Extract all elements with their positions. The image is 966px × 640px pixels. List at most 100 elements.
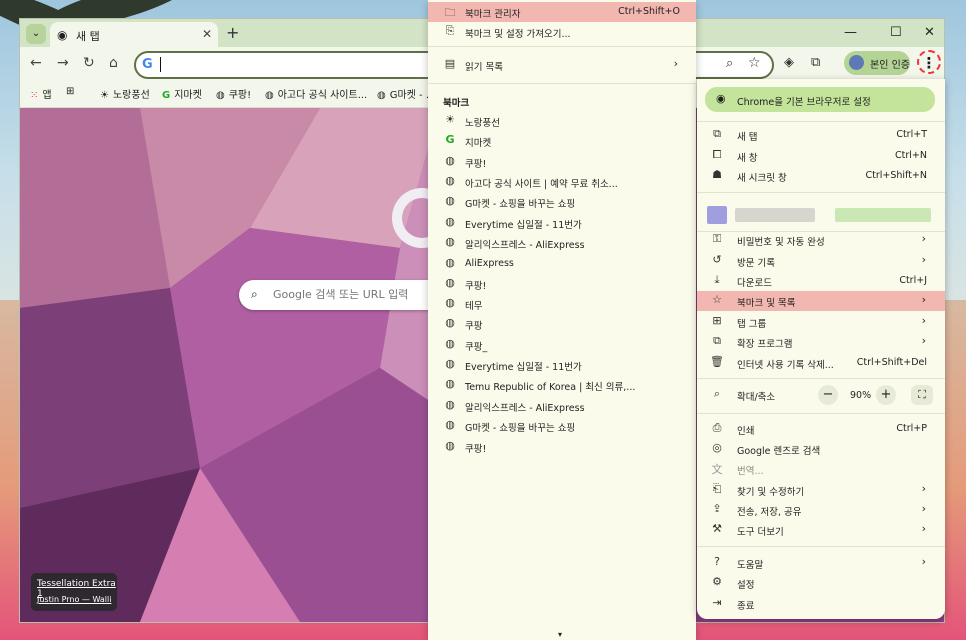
import-bookmarks-item[interactable]: ⎘ 북마크 및 설정 가져오기... [428,22,696,42]
cast-save-share-item[interactable]: ⇪ 전송, 저장, 공유 › [697,500,945,520]
bookmark-item[interactable]: G 지마켓 [162,86,202,101]
settings-item[interactable]: ⚙ 설정 [697,573,945,593]
globe-icon: ◍ [377,90,386,101]
minimize-button[interactable]: — [844,25,857,40]
bookmark-label: 테무 [465,301,483,312]
bookmark-item[interactable]: ◍ 쿠팡! [428,437,696,457]
puzzle-icon[interactable]: ⧉ [811,55,820,70]
bookmark-item[interactable]: ◍ Everytime 십일절 - 11번가 [428,213,696,233]
fullscreen-icon: ⛶ [918,388,926,401]
bookmark-item[interactable]: ☀ 노랑풍선 [100,86,150,101]
bookmark-item[interactable]: ◍ 쿠팡_ [428,335,696,355]
zoom-icon[interactable]: ⌕ [726,56,733,71]
bookmark-item[interactable]: ◍ G마켓 - 쇼핑을 바꾸는 쇼핑 [428,192,696,212]
bookmark-manager-item[interactable]: 🗀 북마크 관리자 Ctrl+Shift+O [428,2,696,22]
downloads-item[interactable]: ⤓ 다운로드 Ctrl+J [697,271,945,291]
translate-item[interactable]: 文 번역... [697,459,945,479]
new-tab-icon: ⧉ [713,127,721,140]
print-item[interactable]: ⎙ 인쇄 Ctrl+P [697,419,945,439]
tab-search-button[interactable]: ⌄ [26,24,46,44]
bookmark-item[interactable]: ☀ 노랑풍선 [428,111,696,131]
sun-icon: ☀ [445,113,455,126]
reload-button[interactable]: ↻ [83,55,95,71]
bookmark-label: Everytime 십일절 - 11번가 [465,362,582,373]
bookmark-label: AliExpress [465,258,514,269]
history-icon: ↺ [712,253,722,266]
bookmark-item[interactable]: ◍ 아고다 공식 사이트... [265,86,367,101]
profile-row[interactable] [705,200,937,228]
zoom-out-button[interactable]: − [818,385,838,405]
more-menu-button[interactable]: ⋮ [917,50,941,74]
help-item[interactable]: ? 도움말 › [697,553,945,573]
more-tools-item[interactable]: ⚒ 도구 더보기 › [697,520,945,540]
bookmark-tab-groups[interactable]: ⊞ [66,86,78,97]
tab-new-tab[interactable]: ◉ 새 탭 ✕ [50,22,218,47]
globe-icon: ◍ [445,296,455,309]
tab-groups-item[interactable]: ⊞ 탭 그룹 › [697,312,945,332]
close-icon[interactable]: ✕ [202,27,212,41]
bookmark-label: 쿠팡! [228,90,252,101]
new-tab-button[interactable]: + [226,23,239,42]
credit-author[interactable]: Justin Prno — Walli [37,595,111,604]
incognito-item[interactable]: ☗ 새 시크릿 창 Ctrl+Shift+N [697,166,945,186]
bookmark-item[interactable]: ◍ AliExpress [428,254,696,274]
reading-list-icon: ▤ [444,57,456,70]
divider [697,413,945,414]
gmarket-icon: G [445,133,455,146]
globe-icon: ◍ [445,194,455,207]
bookmark-item[interactable]: ◍ 쿠팡! [428,274,696,294]
bookmark-item[interactable]: ◍ G마켓 - ... [377,86,435,101]
bookmark-item[interactable]: ◍ 쿠팡 [428,314,696,334]
passwords-item[interactable]: ⚿ 비밀번호 및 자동 완성 › [697,230,945,250]
history-item[interactable]: ↺ 방문 기록 › [697,251,945,271]
home-button[interactable]: ⌂ [109,55,118,71]
find-edit-item[interactable]: ⎗ 찾기 및 수정하기 › [697,480,945,500]
key-icon: ⚿ [712,232,722,245]
bookmark-item[interactable]: ◍ 알리익스프레스 - AliExpress [428,233,696,253]
menu-item-label: 도움말 [737,560,764,571]
menu-item-label: 새 창 [737,153,758,164]
bookmark-item[interactable]: ◍ 테무 [428,294,696,314]
bookmark-label: 지마켓 [174,90,202,101]
extension-logo-icon[interactable]: ◈ [784,55,794,70]
bookmark-item[interactable]: ◍ 쿠팡! [428,152,696,172]
bookmark-item[interactable]: ◍ 쿠팡! [216,86,251,101]
bookmark-item[interactable]: G 지마켓 [428,131,696,151]
back-button[interactable]: ← [30,55,42,71]
bookmark-item[interactable]: ◍ Temu Republic of Korea | 최신 의류,... [428,375,696,395]
extensions-item[interactable]: ⧉ 확장 프로그램 › [697,332,945,352]
menu-item-shortcut: Ctrl+Shift+Del [856,357,927,368]
zoom-in-button[interactable]: + [876,385,896,405]
profile-button[interactable]: 본인 인증 [844,51,910,75]
star-icon[interactable]: ☆ [748,55,761,71]
wallpaper-credit[interactable]: Tessellation Extra 1 Justin Prno — Walli [31,573,117,611]
bookmark-item[interactable]: ◍ 아고다 공식 사이트 | 예약 무료 취소... [428,172,696,192]
lens-icon: ◎ [712,441,722,454]
set-default-browser-button[interactable]: ◉ Chrome을 기본 브라우저로 설정 [705,87,935,112]
forward-button[interactable]: → [57,55,69,71]
help-icon: ? [714,555,720,568]
new-window-item[interactable]: ⧠ 새 창 Ctrl+N [697,146,945,166]
new-tab-item[interactable]: ⧉ 새 탭 Ctrl+T [697,125,945,145]
menu-item-label: 탭 그룹 [737,319,767,330]
clear-browsing-data-item[interactable]: 🗑 인터넷 사용 기록 삭제... Ctrl+Shift+Del [697,353,945,373]
close-window-button[interactable]: ✕ [924,25,935,40]
exit-item[interactable]: ⇥ 종료 [697,594,945,614]
google-lens-item[interactable]: ◎ Google 렌즈로 검색 [697,439,945,459]
maximize-button[interactable]: ☐ [890,25,902,40]
scroll-down-indicator[interactable]: ▾ [558,630,562,639]
bookmarks-lists-item[interactable]: ☆ 북마크 및 목록 › [697,291,945,311]
gear-icon: ⚙ [712,575,722,588]
chevron-right-icon: › [921,555,926,568]
reading-list-item[interactable]: ▤ 읽기 목록 › [428,55,696,75]
bookmark-apps[interactable]: ⁙ 앱 [30,86,52,101]
chrome-icon: ◉ [57,28,68,42]
bookmark-item[interactable]: ◍ 알리익스프레스 - AliExpress [428,396,696,416]
chevron-right-icon: › [921,314,926,327]
bookmark-item[interactable]: ◍ G마켓 - 쇼핑을 바꾸는 쇼핑 [428,416,696,436]
more-vertical-icon: ⋮ [921,54,937,72]
fullscreen-button[interactable]: ⛶ [911,385,933,405]
globe-icon: ◍ [445,276,455,289]
bookmark-label: 쿠팡! [465,444,487,455]
bookmark-item[interactable]: ◍ Everytime 십일절 - 11번가 [428,355,696,375]
